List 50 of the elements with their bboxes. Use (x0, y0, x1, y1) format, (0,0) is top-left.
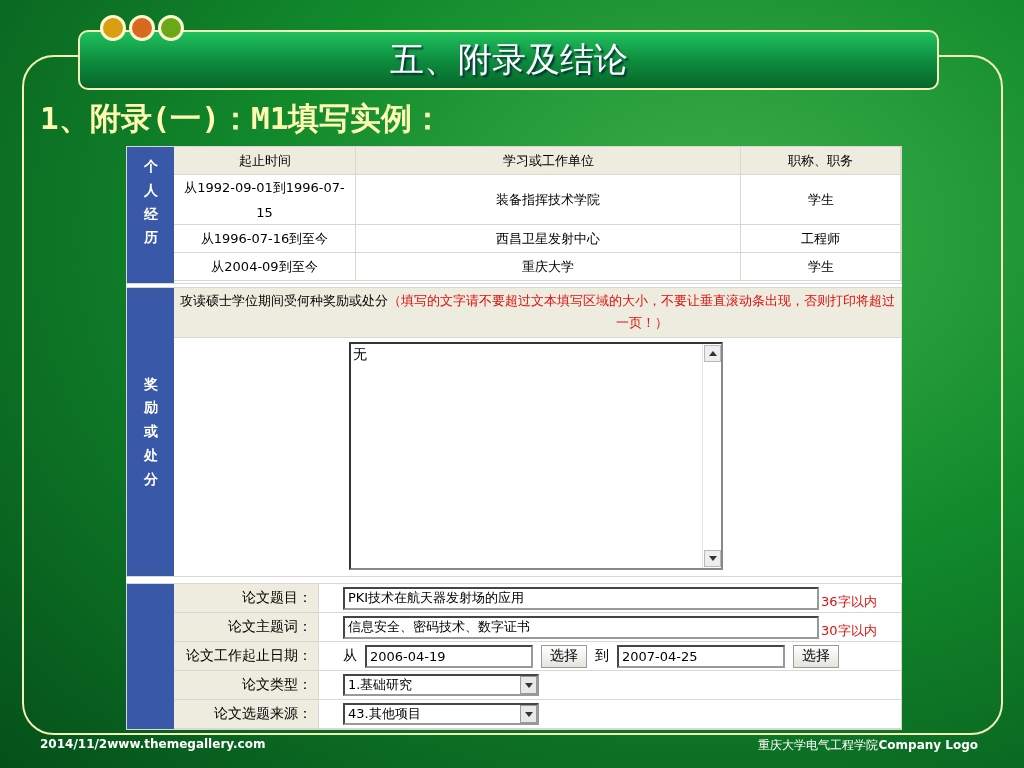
table-cell: 学生 (741, 175, 901, 225)
field-label: 论文类型： (174, 671, 319, 699)
field-label: 论文工作起止日期： (174, 642, 319, 670)
choose-button[interactable]: 选择 (541, 644, 587, 668)
slide-subtitle: 1、附录(一)：M1填写实例： (40, 99, 445, 138)
field-label: 论文主题词： (174, 613, 319, 641)
down-arrow-icon (708, 556, 717, 561)
footer-logo-text: 重庆大学电气工程学院Company Logo (758, 737, 978, 754)
dropdown-button[interactable] (520, 705, 537, 723)
warning-text: （填写的文字请不要超过文本填写区域的大小，不要让垂直滚动条出现，否则打印将超过一页！） (388, 292, 895, 332)
table-cell: 从1992-09-01到1996-07-15 (174, 175, 356, 225)
section-label: 奖励或处分 (127, 288, 174, 576)
dropdown-button[interactable] (520, 676, 537, 694)
date-input[interactable]: 2006-04-19 (365, 644, 533, 668)
section-label: 个人经历 (127, 147, 174, 283)
slide-title: 五、附录及结论 (389, 38, 628, 81)
down-arrow-icon (524, 711, 533, 717)
table-cell: 学生 (741, 253, 901, 281)
length-hint: 36字以内 (821, 593, 877, 611)
table-cell: 工程师 (741, 225, 901, 253)
table-cell: 西昌卫星发射中心 (356, 225, 741, 253)
field-label: 论文题目： (174, 584, 319, 612)
field-label: 论文选题来源： (174, 700, 319, 728)
column-header: 职称、职务 (741, 147, 901, 175)
date-input[interactable]: 2007-04-25 (617, 644, 785, 668)
scroll-down-button[interactable] (704, 550, 721, 567)
from-label: 从 (343, 647, 357, 665)
table-cell: 从2004-09到至今 (174, 253, 356, 281)
text-area[interactable]: 无 (349, 342, 723, 570)
text-input[interactable]: 信息安全、密码技术、数字证书 (343, 615, 819, 639)
table-cell: 从1996-07-16到至今 (174, 225, 356, 253)
dot-icon (129, 15, 155, 41)
up-arrow-icon (708, 351, 717, 356)
prompt-text: 攻读硕士学位期间受何种奖励或处分 (180, 292, 388, 310)
length-hint: 30字以内 (821, 622, 877, 640)
column-header: 起止时间 (174, 147, 356, 175)
table-cell: 装备指挥技术学院 (356, 175, 741, 225)
choose-button[interactable]: 选择 (793, 644, 839, 668)
column-header: 学习或工作单位 (356, 147, 741, 175)
dot-icon (158, 15, 184, 41)
dropdown[interactable]: 1.基础研究 (343, 674, 539, 696)
scrollbar[interactable] (702, 344, 721, 568)
dropdown[interactable]: 43.其他项目 (343, 703, 539, 725)
to-label: 到 (595, 647, 609, 665)
footer-date-url: 2014/11/2www.themegallery.com (40, 737, 267, 753)
text-input[interactable]: PKI技术在航天器发射场的应用 (343, 586, 819, 610)
scroll-up-button[interactable] (704, 345, 721, 362)
table-cell: 重庆大学 (356, 253, 741, 281)
dot-icon (100, 15, 126, 41)
down-arrow-icon (524, 682, 533, 688)
